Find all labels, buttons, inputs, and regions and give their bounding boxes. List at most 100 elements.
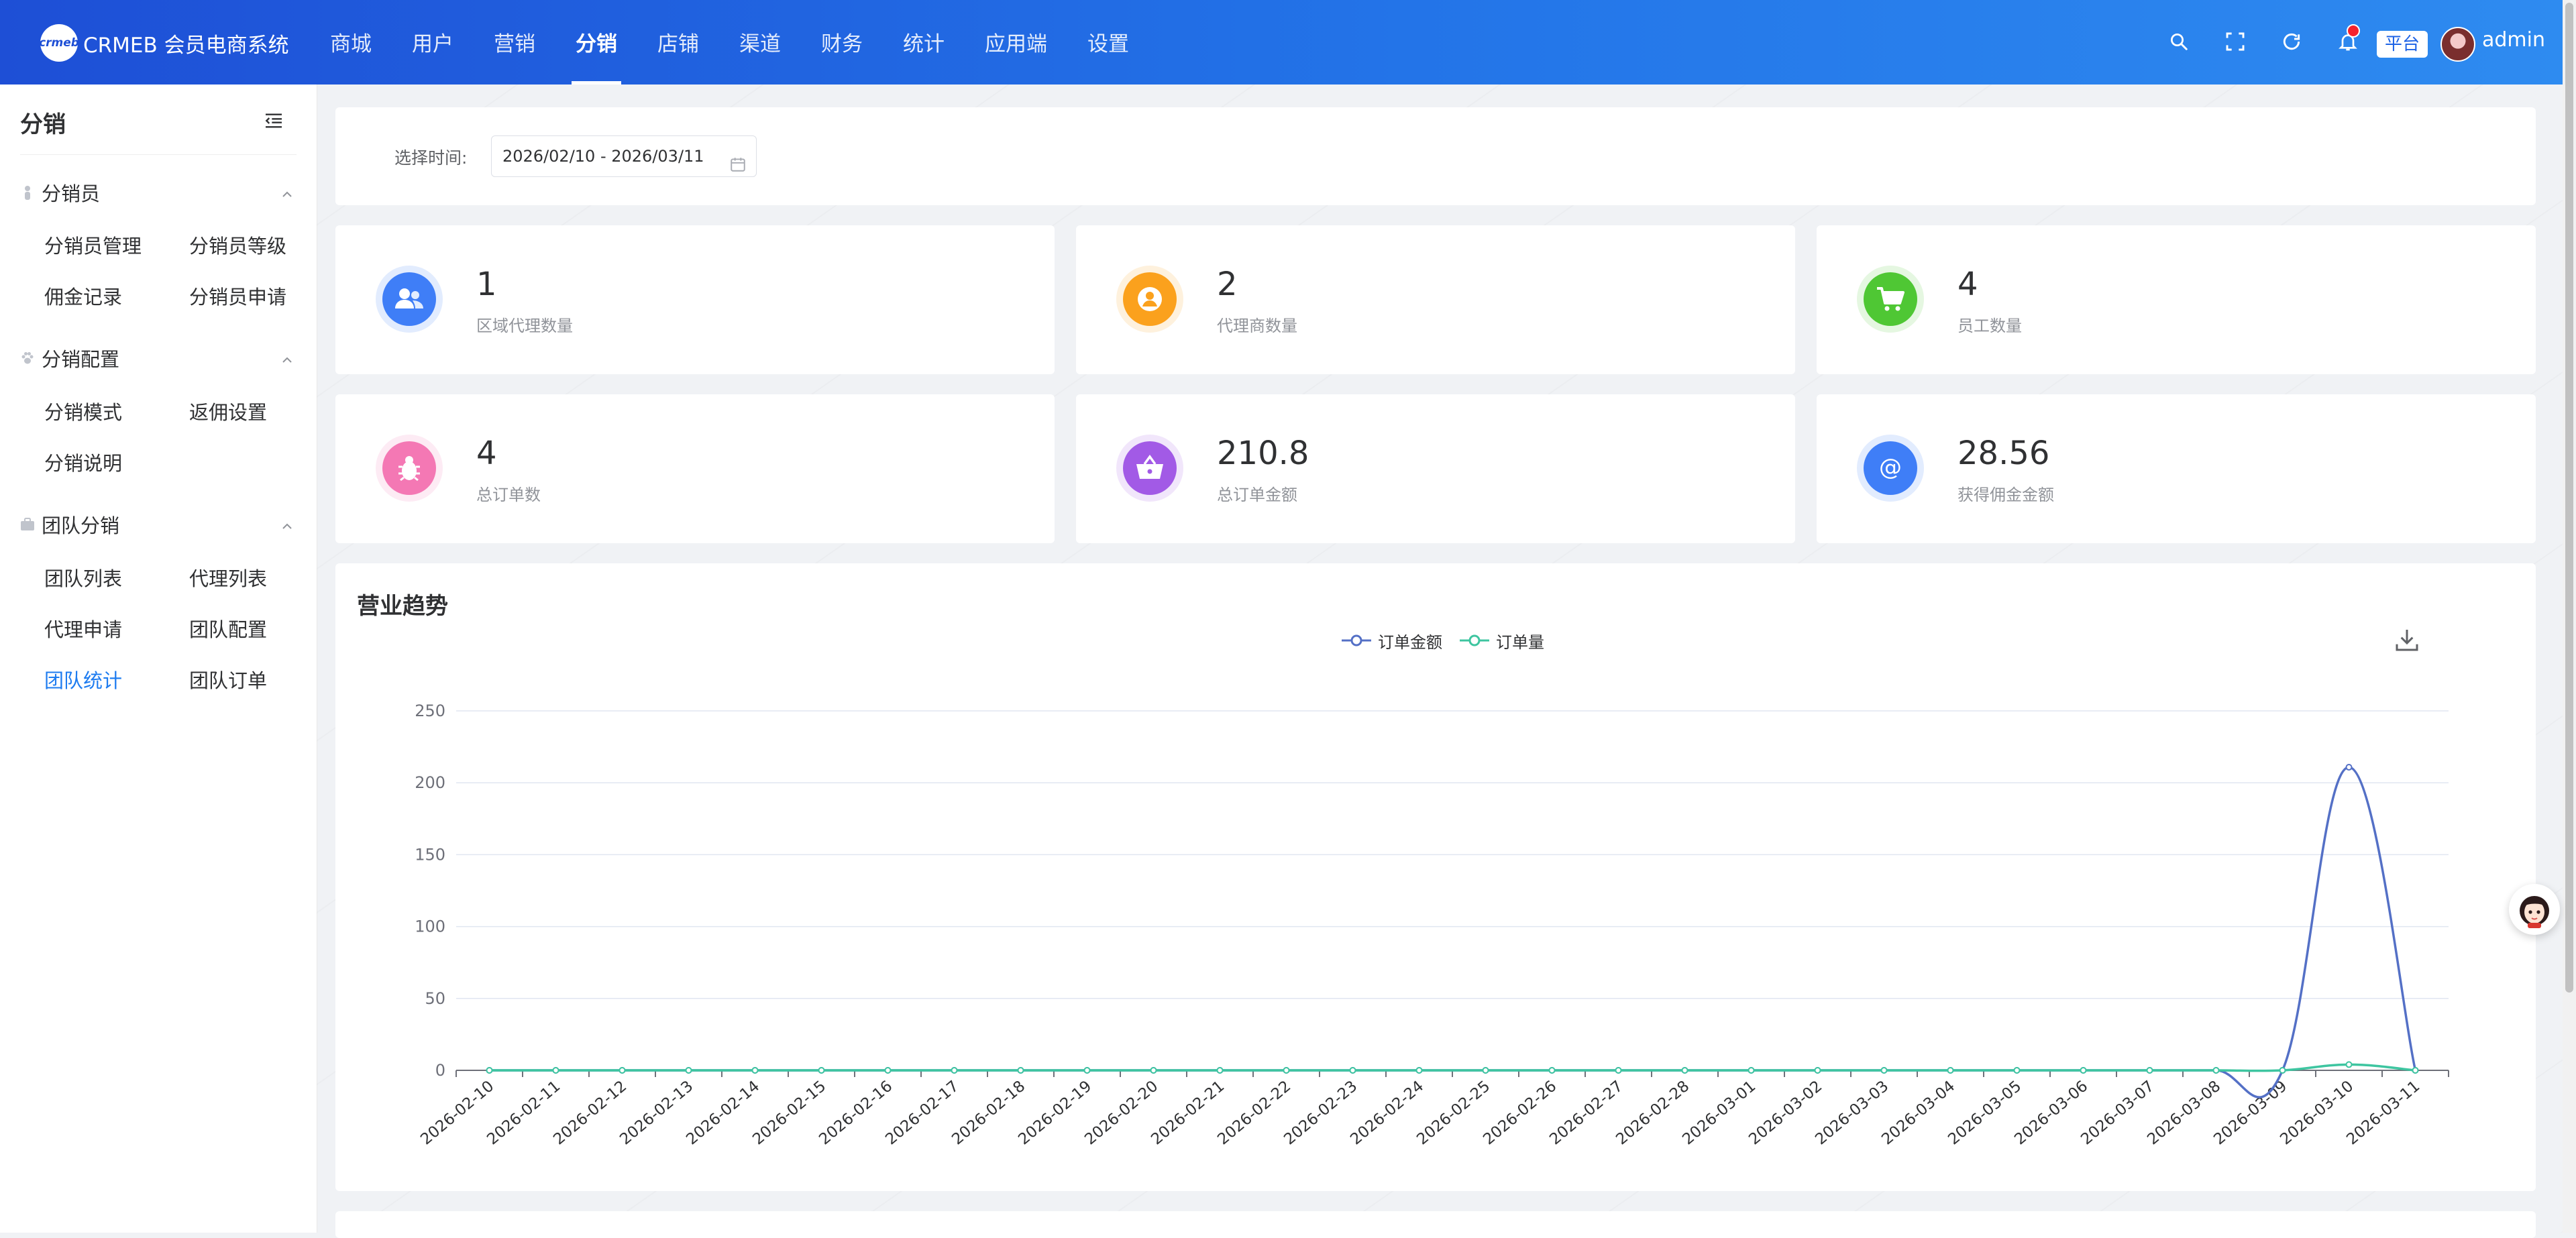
sidebar-item-commission-records[interactable]: 佣金记录 [44,282,122,310]
series-point-1 [818,1067,825,1074]
stat-card-total-amount: 210.8 总订单金额 [1076,394,1795,543]
stat-value: 4 [1957,266,1978,303]
sidebar-item-team-stats[interactable]: 团队统计 [44,665,122,693]
series-point-1 [1681,1067,1688,1074]
series-point-1 [2146,1067,2153,1074]
series-point-1 [1083,1067,1091,1074]
series-point-1 [1283,1067,1290,1074]
sidebar-item-team-list[interactable]: 团队列表 [44,563,122,592]
nav-item-store[interactable]: 店铺 [637,0,719,85]
series-point-1 [2080,1067,2087,1074]
series-point-1 [1415,1067,1423,1074]
fullscreen-icon[interactable] [2220,27,2250,56]
series-point-1 [1017,1067,1024,1074]
menu-collapse-icon[interactable] [263,110,284,131]
series-point-1 [884,1067,892,1074]
stat-label: 区域代理数量 [476,317,573,335]
stat-card-agents: 2 代理商数量 [1076,225,1795,374]
sidebar-group-label: 分销员 [42,182,101,205]
nav-item-channel[interactable]: 渠道 [719,0,801,85]
series-point-1 [486,1067,493,1074]
customer-service-avatar[interactable] [2509,884,2560,935]
sidebar: 分销 分销员 分销员管理 分销员等级 佣金记录 分销员申请 分销配置 分销模式 … [0,85,317,1233]
sidebar-item-rebate-settings[interactable]: 返佣设置 [189,397,267,425]
stat-value: 28.56 [1957,435,2050,472]
sidebar-divider [20,154,297,155]
sidebar-item-distributor-apply[interactable]: 分销员申请 [189,282,286,310]
series-point-1 [951,1067,958,1074]
stat-label: 员工数量 [1957,317,2022,335]
stat-value: 4 [476,435,497,472]
sidebar-item-distributor-level[interactable]: 分销员等级 [189,231,286,259]
bug-icon [382,441,436,495]
refresh-icon[interactable] [2277,27,2306,56]
date-range-picker[interactable]: 2026/02/10 - 2026/03/11 [491,135,757,177]
platform-tag: 平台 [2377,31,2428,58]
bell-icon[interactable] [2333,24,2363,56]
nav-item-apps[interactable]: 应用端 [965,0,1067,85]
nav-item-mall[interactable]: 商城 [310,0,392,85]
stat-icon-wrap: @ [1857,435,1924,502]
stat-icon-wrap [376,435,443,502]
sidebar-item-distributor-manage[interactable]: 分销员管理 [44,231,142,259]
nav-item-distribution[interactable]: 分销 [555,0,637,85]
sidebar-item-team-orders[interactable]: 团队订单 [189,665,267,693]
nav-item-finance[interactable]: 财务 [801,0,883,85]
nav-item-users[interactable]: 用户 [392,0,474,85]
stat-icon-wrap [376,266,443,333]
series-point-1 [1947,1067,1954,1074]
sidebar-item-agent-list[interactable]: 代理列表 [189,563,267,592]
date-filter-label: 选择时间: [394,148,468,168]
sidebar-group-distribution-config[interactable]: 分销配置 [20,345,295,372]
stat-value: 1 [476,266,497,303]
series-line-0 [489,766,2417,1099]
series-line-1 [489,1063,2416,1072]
user-avatar[interactable] [2440,27,2475,62]
main-nav: 商城 用户 营销 分销 店铺 渠道 财务 统计 应用端 设置 [310,0,1149,85]
chevron-up-icon [279,516,295,532]
stat-icon-wrap [1116,435,1183,502]
stat-card-total-orders: 4 总订单数 [335,394,1055,543]
nav-item-marketing[interactable]: 营销 [474,0,555,85]
sidebar-group-team-distribution[interactable]: 团队分销 [20,511,295,538]
stat-value: 210.8 [1217,435,1309,472]
y-tick-label: 150 [415,845,445,864]
series-point-1 [1615,1067,1622,1074]
page-scrollbar[interactable] [2563,0,2576,1233]
sidebar-group-distributor[interactable]: 分销员 [20,179,295,206]
stat-label: 代理商数量 [1217,317,1297,335]
series-point-1 [1548,1067,1556,1074]
users-icon [382,272,436,326]
y-tick-label: 50 [425,989,445,1008]
username[interactable]: admin [2482,28,2545,52]
stat-value: 2 [1217,266,1238,303]
nav-item-settings[interactable]: 设置 [1067,0,1149,85]
sidebar-title: 分销 [20,111,66,138]
search-icon[interactable] [2164,27,2194,56]
calendar-icon [729,148,747,172]
sidebar-item-distribution-notes[interactable]: 分销说明 [44,448,122,476]
app-logo[interactable]: crmeb CRMEB 会员电商系统 [39,24,289,62]
sidebar-group-label: 分销配置 [42,348,120,371]
series-point-1 [2345,1061,2353,1068]
scrollbar-thumb[interactable] [2565,3,2573,993]
sidebar-item-team-config[interactable]: 团队配置 [189,614,267,642]
trend-line-chart: 0501001502002502026-02-102026-02-112026-… [415,701,2449,1149]
y-tick-label: 250 [415,701,445,720]
stat-label: 获得佣金金额 [1957,486,2054,504]
notification-badge [2347,24,2360,38]
series-point-1 [1814,1067,1821,1074]
trend-chart-card: 营业趋势 订单金额 订单量 0 50 100 150 200 250 2026-02-10 2… [335,563,2536,1191]
nav-item-statistics[interactable]: 统计 [883,0,965,85]
stat-label: 总订单数 [476,486,541,504]
sidebar-item-distribution-mode[interactable]: 分销模式 [44,397,122,425]
sidebar-item-agent-apply[interactable]: 代理申请 [44,614,122,642]
series-point-1 [1748,1067,1755,1074]
series-point-1 [1216,1067,1224,1074]
series-point-0 [2345,764,2353,771]
stat-icon-wrap [1116,266,1183,333]
date-range-value: 2026/02/10 - 2026/03/11 [502,147,704,166]
series-point-1 [619,1067,626,1074]
chevron-up-icon [279,350,295,366]
svg-text:@: @ [1879,454,1902,481]
